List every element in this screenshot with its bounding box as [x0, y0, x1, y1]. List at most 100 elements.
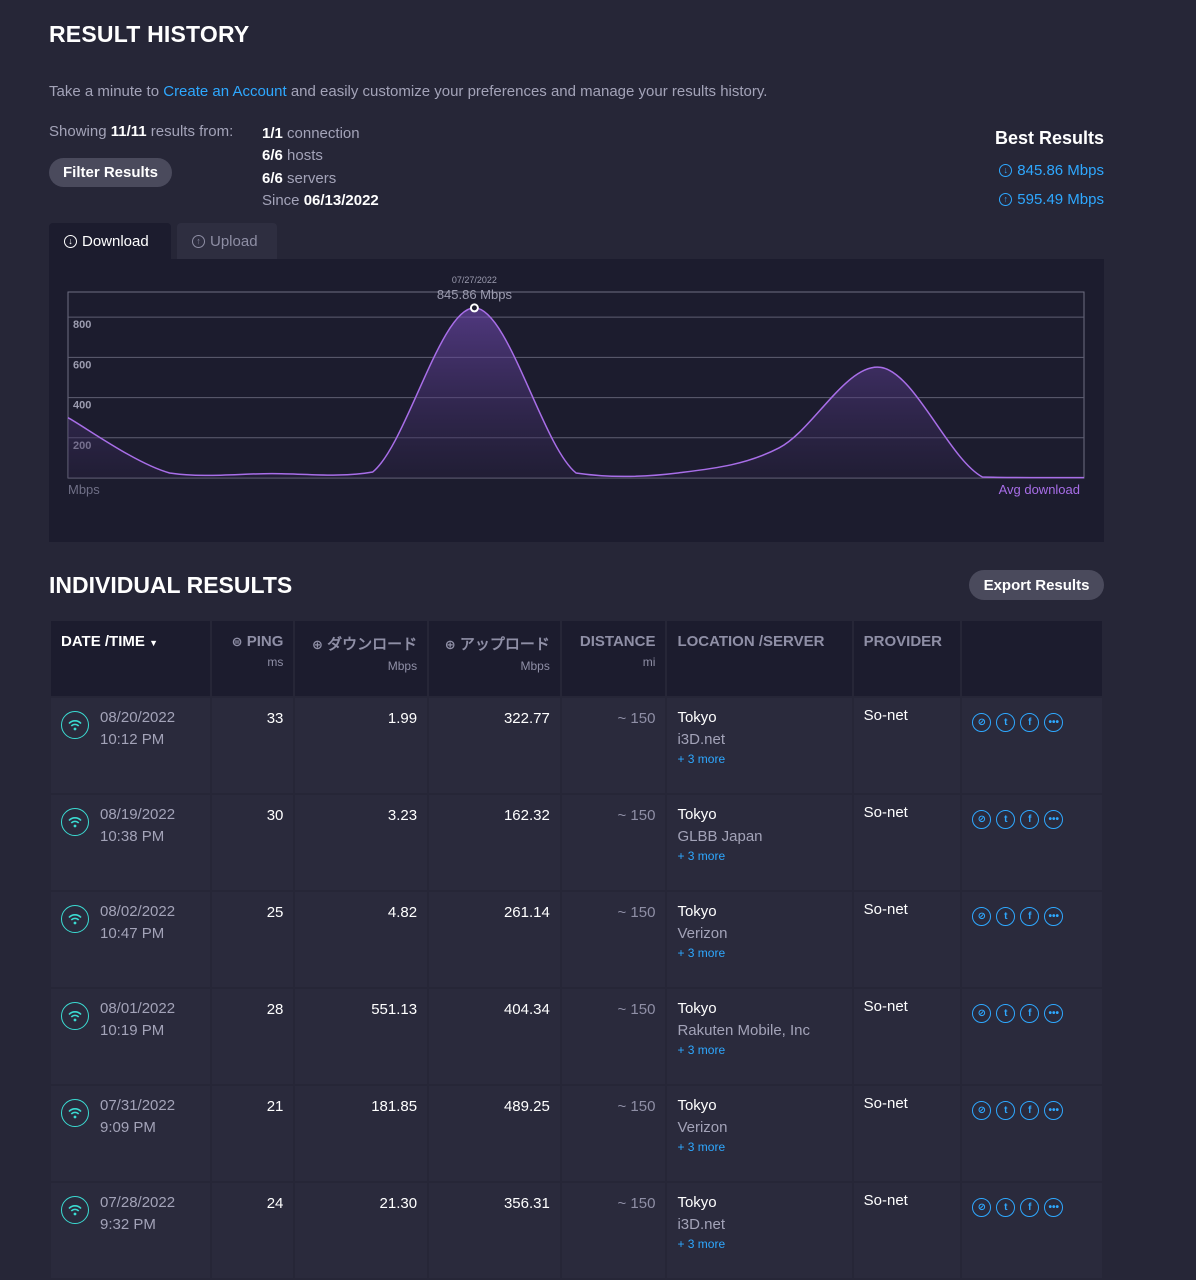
twitter-icon[interactable]: t — [996, 1198, 1016, 1217]
provider-cell: So-net — [853, 1086, 961, 1181]
table-row[interactable]: 08/01/2022 10:19 PM 28 551.13 404.34 ~ 150 Tok… — [51, 989, 1102, 1084]
ping-icon: ⊜ — [231, 634, 243, 649]
more-icon[interactable]: ••• — [1044, 713, 1064, 732]
wifi-icon — [61, 905, 89, 933]
col-provider[interactable]: PROVIDER — [853, 621, 961, 696]
upload-value: 261.14 — [429, 892, 560, 987]
result-date: 08/20/2022 — [100, 709, 176, 726]
twitter-icon[interactable]: t — [996, 907, 1016, 926]
share-cell: ⊘ t f ••• — [962, 1183, 1102, 1278]
col-distance-unit: mi — [642, 655, 656, 669]
location-cell: Tokyo i3D.net + 3 more — [667, 698, 852, 793]
facebook-icon[interactable]: f — [1020, 810, 1040, 829]
facebook-icon[interactable]: f — [1020, 1004, 1040, 1023]
more-icon[interactable]: ••• — [1044, 907, 1064, 926]
more-icon[interactable]: ••• — [1044, 810, 1064, 829]
provider-value: So-net — [863, 901, 908, 918]
table-row[interactable]: 08/20/2022 10:12 PM 33 1.99 322.77 ~ 150 Tokyo… — [51, 698, 1102, 793]
arrow-down-circle-icon: ⊕ — [312, 637, 323, 652]
facebook-icon[interactable]: f — [1020, 713, 1040, 732]
more-servers-link[interactable]: + 3 more — [677, 1236, 841, 1252]
wifi-icon — [61, 711, 89, 739]
col-upload[interactable]: ⊕ アップロード Mbps — [429, 621, 560, 696]
stat-connection: 1/1 connection — [262, 123, 379, 145]
distance-value: ~ 150 — [561, 795, 666, 890]
link-icon[interactable]: ⊘ — [972, 907, 992, 926]
facebook-icon[interactable]: f — [1020, 1198, 1040, 1217]
peak-date-label: 07/27/2022 — [452, 275, 497, 285]
table-row[interactable]: 08/19/2022 10:38 PM 30 3.23 162.32 ~ 150 Tokyo… — [51, 795, 1102, 890]
tab-download[interactable]: ↓ Download — [49, 223, 171, 259]
provider-cell: So-net — [853, 1183, 961, 1278]
more-servers-link[interactable]: + 3 more — [677, 1139, 841, 1155]
tab-upload[interactable]: ↑ Upload — [177, 223, 277, 259]
twitter-icon[interactable]: t — [996, 1004, 1016, 1023]
hosts-label: hosts — [282, 147, 323, 165]
connection-count: 1/1 — [262, 125, 283, 142]
location-city: Tokyo — [677, 806, 717, 823]
link-icon[interactable]: ⊘ — [972, 810, 992, 829]
col-provider-label: PROVIDER — [863, 633, 943, 650]
individual-results-title: INDIVIDUAL RESULTS — [49, 572, 293, 598]
ping-value: 21 — [211, 1086, 294, 1181]
col-ping-unit: ms — [267, 655, 284, 669]
result-time: 10:38 PM — [100, 828, 165, 845]
more-servers-link[interactable]: + 3 more — [677, 1042, 841, 1058]
provider-cell: So-net — [853, 698, 961, 793]
link-icon[interactable]: ⊘ — [972, 1198, 992, 1217]
link-icon[interactable]: ⊘ — [972, 1004, 992, 1023]
col-download[interactable]: ⊕ ダウンロード Mbps — [295, 621, 428, 696]
date-cell: 08/19/2022 10:38 PM — [51, 795, 210, 890]
y-tick-label: 600 — [73, 359, 91, 371]
provider-value: So-net — [863, 1095, 908, 1112]
showing-suffix: results from: — [146, 123, 234, 140]
ping-value: 33 — [211, 698, 294, 793]
date-cell: 08/02/2022 10:47 PM — [51, 892, 210, 987]
provider-value: So-net — [863, 804, 908, 821]
table-row[interactable]: 07/31/2022 9:09 PM 21 181.85 489.25 ~ 150 Toky… — [51, 1086, 1102, 1181]
col-distance[interactable]: DISTANCE mi — [561, 621, 666, 696]
col-location[interactable]: LOCATION /SERVER — [667, 621, 852, 696]
distance-value: ~ 150 — [561, 892, 666, 987]
arrow-up-circle-icon: ↑ — [192, 234, 205, 248]
more-icon[interactable]: ••• — [1044, 1198, 1064, 1217]
more-servers-link[interactable]: + 3 more — [677, 945, 841, 961]
showing-summary: Showing 11/11 results from: — [49, 123, 233, 140]
create-account-link[interactable]: Create an Account — [163, 83, 286, 100]
link-icon[interactable]: ⊘ — [972, 1101, 992, 1120]
share-cell: ⊘ t f ••• — [962, 698, 1102, 793]
more-icon[interactable]: ••• — [1044, 1004, 1064, 1023]
twitter-icon[interactable]: t — [996, 1101, 1016, 1120]
distance-value: ~ 150 — [561, 1183, 666, 1278]
location-city: Tokyo — [677, 1000, 717, 1017]
more-servers-link[interactable]: + 3 more — [677, 848, 841, 864]
more-servers-link[interactable]: + 3 more — [677, 751, 841, 767]
col-download-label: ダウンロード — [327, 636, 418, 653]
result-date: 08/02/2022 — [100, 903, 176, 920]
col-ping[interactable]: ⊜ PING ms — [211, 621, 294, 696]
twitter-icon[interactable]: t — [996, 810, 1016, 829]
col-date[interactable]: DATE /TIME ▼ — [51, 621, 210, 696]
table-row[interactable]: 08/02/2022 10:47 PM 25 4.82 261.14 ~ 150 Tokyo… — [51, 892, 1102, 987]
filter-results-button[interactable]: Filter Results — [49, 158, 172, 187]
facebook-icon[interactable]: f — [1020, 1101, 1040, 1120]
arrow-up-circle-icon: ↑ — [999, 193, 1013, 206]
more-icon[interactable]: ••• — [1044, 1101, 1064, 1120]
twitter-icon[interactable]: t — [996, 713, 1016, 732]
facebook-icon[interactable]: f — [1020, 907, 1040, 926]
share-cell: ⊘ t f ••• — [962, 1086, 1102, 1181]
best-download-value: 845.86 Mbps — [1017, 162, 1104, 179]
y-tick-label: 400 — [73, 400, 91, 412]
download-value: 3.23 — [295, 795, 428, 890]
col-location-label: LOCATION /SERVER — [677, 633, 825, 650]
wifi-icon — [61, 1099, 89, 1127]
date-cell: 07/31/2022 9:09 PM — [51, 1086, 210, 1181]
link-icon[interactable]: ⊘ — [972, 713, 992, 732]
distance-value: ~ 150 — [561, 989, 666, 1084]
table-row[interactable]: 07/28/2022 9:32 PM 24 21.30 356.31 ~ 150 Tokyo… — [51, 1183, 1102, 1278]
location-cell: Tokyo i3D.net + 3 more — [667, 1183, 852, 1278]
export-results-button[interactable]: Export Results — [969, 570, 1104, 600]
share-cell: ⊘ t f ••• — [962, 892, 1102, 987]
wifi-icon — [61, 1002, 89, 1030]
provider-value: So-net — [863, 1192, 908, 1209]
